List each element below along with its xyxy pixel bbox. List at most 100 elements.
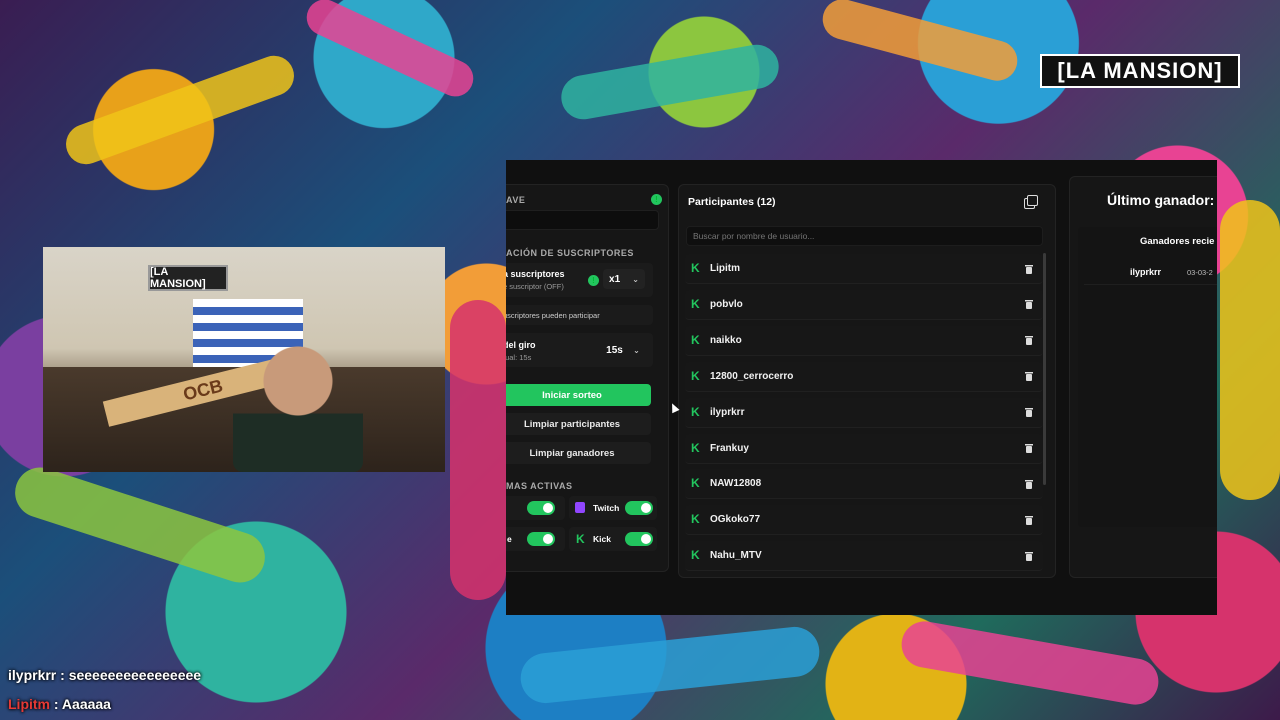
chevron-down-icon: ⌄ (632, 274, 639, 284)
kick-icon: K (576, 532, 585, 546)
kick-icon: K (691, 440, 700, 455)
chat-separator: : (56, 667, 69, 683)
trash-icon[interactable] (1021, 404, 1037, 420)
platform-row-kick: K Kick (569, 527, 657, 551)
streamer-image (233, 342, 363, 472)
kick-icon: K (691, 296, 700, 311)
participant-row: K Frankuy (685, 433, 1043, 464)
webcam-feed: [LA MANSION] OCB (43, 247, 445, 472)
recent-winner-row: ilyprkrr 03-03-2 (1084, 257, 1217, 285)
subs-multiplier-row: a suscriptores e suscriptor (OFF) ! x1 ⌄ (506, 263, 653, 297)
platform-row-1 (506, 496, 565, 520)
platform-toggle[interactable] (527, 501, 555, 515)
participant-name: pobvlo (710, 298, 743, 310)
spin-title: del giro (506, 340, 536, 350)
participant-row: Kpobvlo (685, 289, 1043, 320)
participants-panel: Participantes (12) KLipitmKpobvloKnaikko… (678, 184, 1056, 578)
participant-name: Lipitm (710, 263, 740, 274)
kick-icon: K (691, 512, 700, 527)
kick-icon: K (691, 404, 700, 419)
trash-icon[interactable] (1021, 548, 1037, 564)
participant-row: K OGkoko77 (685, 505, 1043, 536)
platform-label-partial: e (507, 534, 512, 544)
participant-name: naikko (710, 334, 742, 346)
chat-message: Lipitm : Aaaaaa (8, 696, 111, 712)
background-graffiti (897, 617, 1163, 709)
spin-duration-row: del giro tual: 15s 15s ⌄ (506, 333, 653, 367)
trash-icon[interactable] (1021, 440, 1037, 456)
participants-title: Participantes (12) (688, 196, 776, 208)
only-subs-row[interactable]: uscriptores pueden participar (506, 305, 653, 325)
platform-row-2: e (506, 527, 565, 551)
participant-name: ilyprkrr (710, 406, 745, 418)
clear-winners-button[interactable]: Limpiar ganadores (506, 442, 651, 464)
participant-name: OGkoko77 (710, 514, 761, 526)
spin-select[interactable]: 15s ⌄ (601, 340, 645, 360)
spin-value: 15s (606, 344, 623, 356)
trash-icon[interactable] (1021, 332, 1037, 348)
chat-text: Aaaaaa (61, 696, 111, 712)
scrollbar[interactable] (1043, 253, 1046, 485)
twitch-icon (575, 502, 585, 513)
subs-subtitle: e suscriptor (OFF) (506, 282, 564, 291)
trash-icon[interactable] (1021, 368, 1037, 384)
trash-icon[interactable] (1021, 476, 1037, 492)
kick-icon: K (691, 368, 700, 383)
multiplier-value: x1 (609, 273, 621, 285)
stream-logo: [LA MANSION] (1040, 54, 1240, 88)
participant-name: Frankuy (710, 442, 749, 454)
only-subs-label: uscriptores pueden participar (506, 311, 600, 320)
recent-winners-box: Ganadores recie ilyprkrr 03-03-2 (1078, 227, 1217, 527)
participant-name: NAW12808 (710, 478, 762, 490)
platform-row-twitch: Twitch (569, 496, 657, 520)
background-graffiti (1220, 200, 1280, 500)
key-section-title: AVE (506, 195, 526, 205)
background-graffiti (518, 624, 822, 706)
background-graffiti (450, 300, 506, 600)
participant-name: Nahu_MTV (710, 550, 762, 562)
trash-icon[interactable] (1021, 296, 1037, 312)
last-winner-title: Último ganador: (1107, 192, 1215, 208)
participant-row: K Nahu_MTV (685, 541, 1043, 572)
subs-section-title: ACIÓN DE SUSCRIPTORES (506, 248, 634, 258)
recent-winner-name: ilyprkrr (1130, 267, 1162, 277)
key-input[interactable] (506, 210, 659, 230)
settings-panel: AVE ! ACIÓN DE SUSCRIPTORES a suscriptor… (506, 184, 669, 572)
participant-row: K 12800_cerrocerro (685, 361, 1043, 392)
status-icon: ! (651, 194, 662, 205)
chat-message: ilyprkrr : seeeeeeeeeeeeeeee (8, 667, 201, 683)
wall-sign: [LA MANSION] (148, 265, 228, 291)
chat-user: ilyprkrr (8, 667, 57, 683)
background-graffiti (557, 41, 783, 123)
multiplier-select[interactable]: x1 ⌄ (603, 269, 645, 289)
info-icon: ! (588, 275, 599, 286)
chat-separator: : (50, 696, 62, 712)
trash-icon[interactable] (1021, 261, 1037, 277)
spin-subtitle: tual: 15s (506, 353, 532, 362)
background-graffiti (8, 461, 272, 589)
participant-row: Knaikko (685, 325, 1043, 356)
kick-icon: K (691, 332, 700, 347)
participant-row: K NAW12808 (685, 469, 1043, 500)
kick-icon: K (691, 261, 700, 275)
raffle-app: AVE ! ACIÓN DE SUSCRIPTORES a suscriptor… (506, 160, 1217, 615)
platform-toggle[interactable] (527, 532, 555, 546)
participant-row: Kilyprkrr (685, 397, 1043, 428)
twitch-label: Twitch (593, 503, 620, 513)
trash-icon[interactable] (1021, 512, 1037, 528)
copy-icon[interactable] (1027, 195, 1038, 206)
start-raffle-button[interactable]: Iniciar sorteo (506, 384, 651, 406)
participant-name: 12800_cerrocerro (710, 370, 794, 382)
chevron-down-icon: ⌄ (633, 345, 640, 355)
background-graffiti (60, 50, 300, 170)
recent-winner-date: 03-03-2 (1187, 268, 1213, 277)
background-graffiti (300, 0, 480, 103)
search-input[interactable] (686, 226, 1043, 246)
clear-participants-button[interactable]: Limpiar participantes (506, 413, 651, 435)
recent-winners-header: Ganadores recie (1140, 236, 1215, 247)
kick-icon: K (691, 476, 700, 491)
kick-toggle[interactable] (625, 532, 653, 546)
kick-icon: K (691, 548, 700, 563)
twitch-toggle[interactable] (625, 501, 653, 515)
chat-text: seeeeeeeeeeeeeeee (68, 667, 202, 683)
